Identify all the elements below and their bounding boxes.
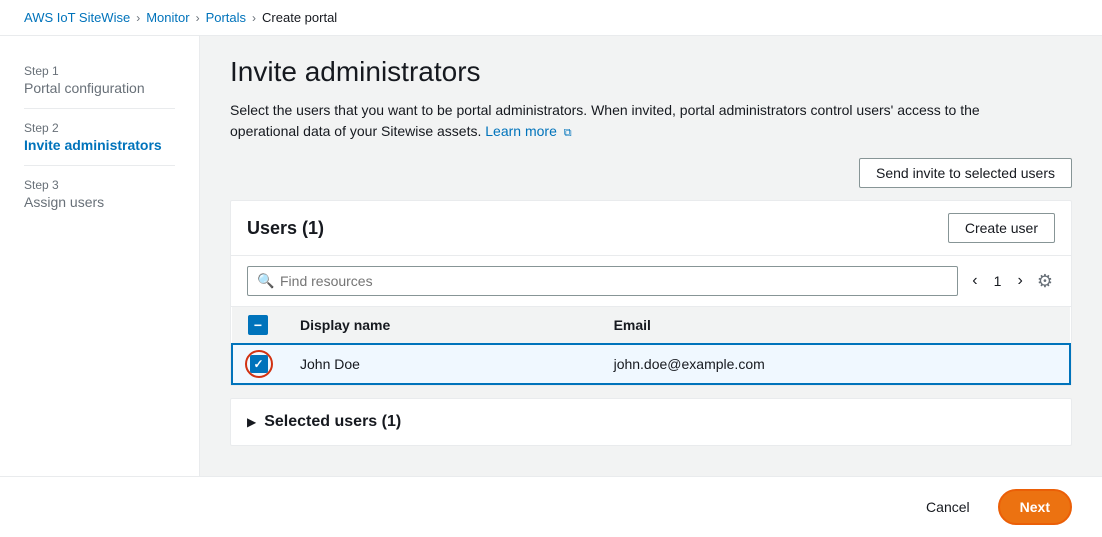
email-cell: john.doe@example.com xyxy=(598,344,1070,384)
selected-users-panel: ▶ Selected users (1) xyxy=(230,398,1072,446)
learn-more-link[interactable]: Learn more ⧉ xyxy=(485,123,571,139)
display-name-header: Display name xyxy=(284,307,598,344)
breadcrumb-aws-iot-sitewise[interactable]: AWS IoT SiteWise xyxy=(24,10,130,25)
send-invite-button[interactable]: Send invite to selected users xyxy=(859,158,1072,188)
checkbox-with-ring: ✓ xyxy=(250,355,268,373)
table-header-row: − Display name Email xyxy=(232,307,1070,344)
next-button[interactable]: Next xyxy=(998,489,1072,525)
minus-icon: − xyxy=(254,318,262,332)
panel-header: Users (1) Create user xyxy=(231,201,1071,256)
search-icon: 🔍 xyxy=(257,273,274,290)
check-icon: ✓ xyxy=(253,357,263,371)
pagination: ‹ 1 › ⚙ xyxy=(966,269,1055,294)
table-settings-button[interactable]: ⚙ xyxy=(1035,269,1055,294)
users-table: − Display name Email xyxy=(231,307,1071,385)
select-all-checkbox[interactable]: − xyxy=(248,315,268,335)
breadcrumb-monitor[interactable]: Monitor xyxy=(146,10,189,25)
users-panel-title: Users (1) xyxy=(247,218,324,239)
selected-users-header[interactable]: ▶ Selected users (1) xyxy=(231,399,1071,445)
footer: Cancel Next xyxy=(0,476,1102,537)
action-bar: Send invite to selected users xyxy=(230,158,1072,188)
breadcrumb-separator-1: › xyxy=(136,11,140,25)
users-panel: Users (1) Create user 🔍 ‹ 1 › ⚙ xyxy=(230,200,1072,386)
sidebar-step-1: Step 1 Portal configuration xyxy=(0,56,199,104)
breadcrumb-portals[interactable]: Portals xyxy=(206,10,246,25)
sidebar-step-2-name: Invite administrators xyxy=(24,137,175,153)
cancel-button[interactable]: Cancel xyxy=(914,491,982,523)
sidebar-step-1-name: Portal configuration xyxy=(24,80,175,96)
sidebar-step-1-label: Step 1 xyxy=(24,64,175,78)
display-name-cell: John Doe xyxy=(284,344,598,384)
sidebar-separator-1 xyxy=(24,108,175,109)
sidebar-step-2: Step 2 Invite administrators xyxy=(0,113,199,161)
expand-icon: ▶ xyxy=(247,415,256,429)
row-checkbox[interactable]: ✓ xyxy=(250,355,268,373)
description-text: Select the users that you want to be por… xyxy=(230,100,1030,142)
search-input[interactable] xyxy=(247,266,958,296)
breadcrumb-create-portal: Create portal xyxy=(262,10,337,25)
search-input-wrapper: 🔍 xyxy=(247,266,958,296)
email-header: Email xyxy=(598,307,1070,344)
page-number: 1 xyxy=(990,273,1006,289)
table-row: ✓ John Doe john.doe@example.com xyxy=(232,344,1070,384)
search-bar: 🔍 ‹ 1 › ⚙ xyxy=(231,256,1071,307)
external-link-icon: ⧉ xyxy=(564,125,572,142)
main-content: Invite administrators Select the users t… xyxy=(200,36,1102,533)
breadcrumb: AWS IoT SiteWise › Monitor › Portals › C… xyxy=(0,0,1102,36)
breadcrumb-separator-3: › xyxy=(252,11,256,25)
sidebar-step-3-label: Step 3 xyxy=(24,178,175,192)
sidebar: Step 1 Portal configuration Step 2 Invit… xyxy=(0,36,200,533)
create-user-button[interactable]: Create user xyxy=(948,213,1055,243)
selected-users-title: Selected users (1) xyxy=(264,413,401,431)
row-checkbox-cell: ✓ xyxy=(232,344,284,384)
next-page-button[interactable]: › xyxy=(1012,270,1029,292)
page-title: Invite administrators xyxy=(230,56,1072,88)
sidebar-separator-2 xyxy=(24,165,175,166)
checkbox-header-cell: − xyxy=(232,307,284,344)
sidebar-step-3: Step 3 Assign users xyxy=(0,170,199,218)
sidebar-step-3-name: Assign users xyxy=(24,194,175,210)
row-checkbox-wrapper: ✓ xyxy=(249,355,268,373)
breadcrumb-separator-2: › xyxy=(196,11,200,25)
prev-page-button[interactable]: ‹ xyxy=(966,270,983,292)
sidebar-step-2-label: Step 2 xyxy=(24,121,175,135)
